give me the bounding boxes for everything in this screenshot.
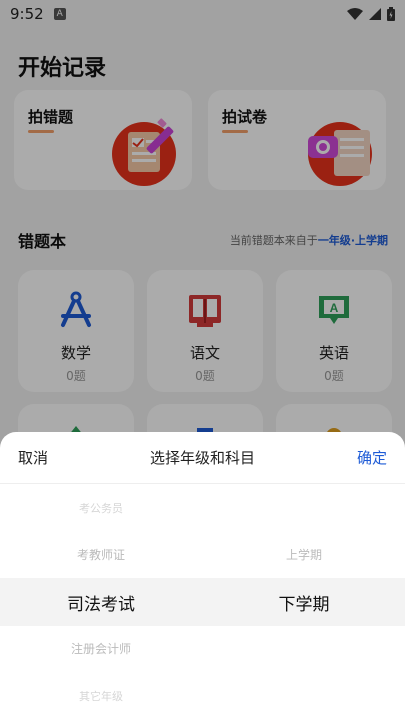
sheet-header: 取消 选择年级和科目 确定 [0,432,405,484]
grade-subject-sheet: 取消 选择年级和科目 确定 考公务员 考教师证 司法考试 注册会计师 其它年级 … [0,432,405,720]
grade-column[interactable]: 考公务员 考教师证 司法考试 注册会计师 其它年级 [0,484,202,720]
term-column[interactable]: 上学期 下学期 [203,484,405,720]
sheet-title: 选择年级和科目 [149,449,255,467]
term-option[interactable]: 上学期 [203,546,405,563]
picker: 考公务员 考教师证 司法考试 注册会计师 其它年级 上学期 下学期 [0,484,405,720]
cancel-button[interactable]: 取消 [18,447,48,468]
grade-option[interactable]: 注册会计师 [0,640,202,657]
term-option-selected[interactable]: 下学期 [203,590,405,615]
grade-option[interactable]: 考公务员 [0,500,202,516]
grade-option[interactable]: 其它年级 [0,688,202,704]
grade-option[interactable]: 考教师证 [0,546,202,563]
confirm-button[interactable]: 确定 [357,447,387,468]
grade-option-selected[interactable]: 司法考试 [0,590,202,615]
